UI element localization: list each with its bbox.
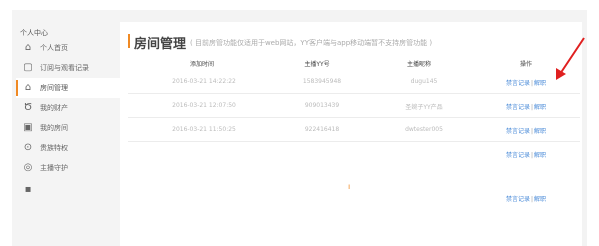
sidebar-item-noble[interactable]: ⊙ 贵族特权 (16, 138, 120, 158)
cell-time: 2016-03-21 14:22:22 (172, 78, 236, 85)
sidebar-item-guardian[interactable]: ◎ 主播守护 (16, 158, 120, 178)
row-actions: 禁言记录|解职 (506, 194, 546, 203)
cell-yy: 1583945948 (302, 78, 342, 85)
ban-record-link[interactable]: 禁言记录 (506, 152, 530, 159)
bookmark-icon: ▢ (23, 62, 33, 73)
column-header-yy: 主播YY号 (304, 61, 330, 68)
sidebar-item-label: 我的房间 (40, 124, 68, 132)
separator: | (531, 196, 534, 203)
sidebar-item-label: 主播守护 (40, 164, 68, 172)
crown-icon: ⊙ (23, 142, 33, 153)
dismiss-link[interactable]: 解职 (534, 196, 546, 203)
cell-nickname: 圣婉子YY产品 (405, 104, 443, 111)
row-actions: 禁言记录|解职 (506, 78, 546, 87)
table-row: 2016-03-21 11:50:25 922416418 dwtester00… (128, 118, 580, 142)
dismiss-link[interactable]: 解职 (534, 80, 546, 87)
column-header-actions: 操作 (519, 61, 532, 68)
table-row: 2016-03-21 14:22:22 1583945948 dugu145 禁… (128, 70, 580, 94)
dismiss-link[interactable]: 解职 (534, 128, 546, 135)
sidebar: 个人中心 ⌂ 个人首页 ▢ 订阅与观看记录 ⌂ 房间管理 Ծ 我的财产 ▣ 我的… (12, 10, 120, 246)
page-title: 房间管理 (134, 37, 187, 52)
separator: | (531, 104, 534, 111)
row-actions: 禁言记录|解职 (506, 126, 546, 135)
table-row: 禁言记录|解职 (128, 186, 580, 210)
monitor-icon: ▣ (23, 122, 33, 133)
dismiss-link[interactable]: 解职 (534, 152, 546, 159)
ban-record-link[interactable]: 禁言记录 (506, 104, 530, 111)
table-row: 禁言记录|解职 (128, 142, 580, 166)
cell-nickname: dwtester005 (405, 126, 443, 133)
dismiss-link[interactable]: 解职 (534, 104, 546, 111)
column-header-time: 添加时间 (189, 61, 214, 68)
separator: | (531, 152, 534, 159)
loading-indicator: ı (348, 182, 351, 191)
sidebar-item-label: 贵族特权 (40, 144, 68, 152)
separator: | (531, 80, 534, 87)
home-icon: ⌂ (24, 42, 32, 53)
room-icon: ⌂ (24, 82, 32, 93)
main-panel: 房间管理 ( 目前房管功能仅适用于web网站，YY客户端与app移动端暂不支持房… (120, 22, 582, 246)
cell-time: 2016-03-21 12:07:50 (172, 102, 236, 109)
page-subtitle: ( 目前房管功能仅适用于web网站，YY客户端与app移动端暂不支持房管功能 ) (190, 39, 433, 47)
table-row: 2016-03-21 12:07:50 909013439 圣婉子YY产品 禁言… (128, 94, 580, 118)
sidebar-item-more[interactable]: ▪ (16, 180, 120, 200)
shield-icon: ◎ (23, 162, 33, 173)
sidebar-item-home[interactable]: ⌂ 个人首页 (16, 38, 120, 58)
sidebar-item-label: 个人首页 (40, 44, 68, 52)
sidebar-title: 个人中心 (20, 29, 48, 37)
ban-record-link[interactable]: 禁言记录 (506, 196, 530, 203)
sidebar-item-assets[interactable]: Ծ 我的财产 (16, 98, 120, 118)
sidebar-item-my-room[interactable]: ▣ 我的房间 (16, 118, 120, 138)
cell-yy: 922416418 (304, 126, 340, 133)
cell-time: 2016-03-21 11:50:25 (172, 126, 236, 133)
cell-yy: 909013439 (304, 102, 340, 109)
wallet-icon: Ծ (23, 102, 33, 113)
sidebar-item-label: 房间管理 (40, 84, 68, 92)
sidebar-item-label: 我的财产 (40, 104, 68, 112)
cell-nickname: dugu145 (410, 78, 438, 85)
sidebar-item-subscriptions[interactable]: ▢ 订阅与观看记录 (16, 58, 120, 78)
row-actions: 禁言记录|解职 (506, 150, 546, 159)
sidebar-item-label: 订阅与观看记录 (40, 64, 89, 72)
separator: | (531, 128, 534, 135)
title-accent-bar (128, 34, 130, 48)
column-header-nickname: 主播昵称 (406, 61, 431, 68)
ban-record-link[interactable]: 禁言记录 (506, 80, 530, 87)
ban-record-link[interactable]: 禁言记录 (506, 128, 530, 135)
sidebar-item-room-management[interactable]: ⌂ 房间管理 (16, 78, 120, 98)
more-icon: ▪ (24, 184, 32, 195)
row-actions: 禁言记录|解职 (506, 102, 546, 111)
